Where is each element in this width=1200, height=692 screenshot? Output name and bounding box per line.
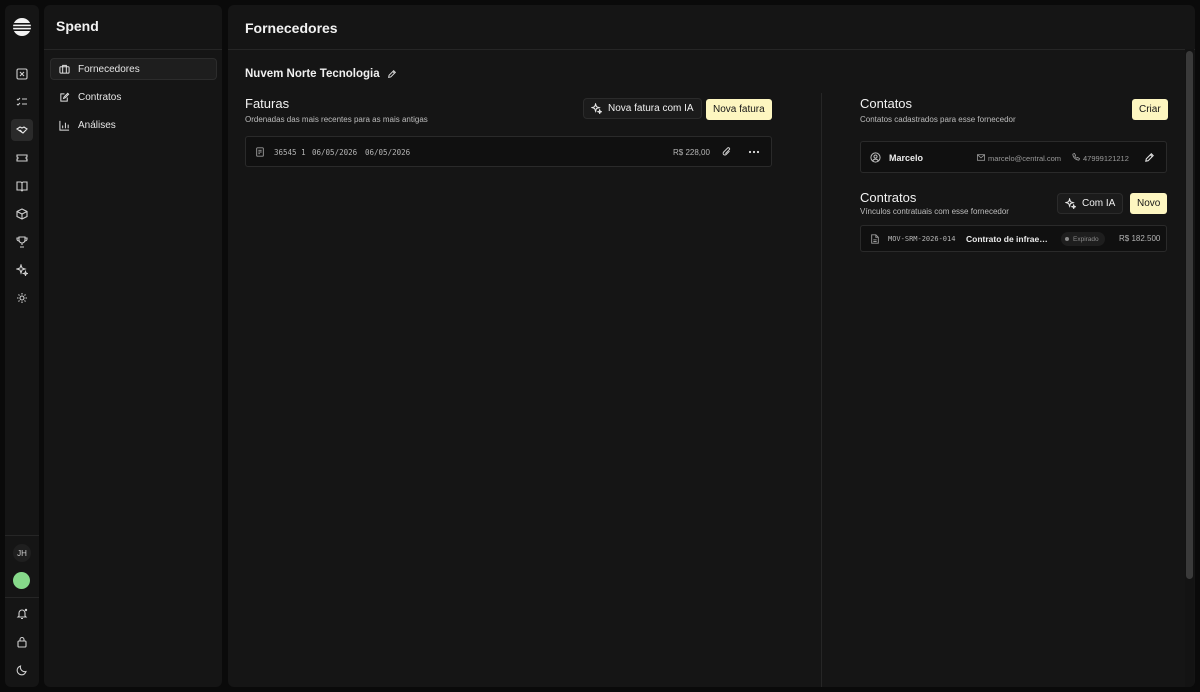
sidebar: Spend Fornecedores Contratos Análises (44, 5, 222, 687)
user-circle-icon (870, 152, 881, 163)
status-indicator[interactable] (13, 572, 30, 589)
page-title: Fornecedores (245, 20, 338, 36)
document-edit-icon (60, 92, 70, 102)
invoices-subtitle: Ordenadas das mais recentes para as mais… (245, 115, 428, 124)
receipt-icon (256, 147, 264, 157)
new-contract-ai-button[interactable]: Com IA (1057, 193, 1124, 214)
logo-icon[interactable] (12, 17, 32, 37)
contact-phone: 47999121212 (1083, 154, 1129, 163)
button-label: Nova fatura com IA (608, 103, 694, 114)
supplier-name-text: Nuvem Norte Tecnologia (245, 68, 380, 80)
book-icon[interactable] (11, 175, 33, 197)
pencil-icon[interactable] (387, 69, 397, 79)
invoice-amount: R$ 228,00 (673, 148, 710, 157)
sidebar-item-fornecedores[interactable]: Fornecedores (50, 58, 217, 80)
invoice-issue-date: 06/05/2026 (312, 148, 358, 157)
new-invoice-button[interactable]: Nova fatura (706, 99, 772, 120)
phone-icon (1072, 153, 1080, 161)
icon-rail: JH (5, 5, 39, 687)
contract-name: Contrato de infrae… (966, 234, 1048, 244)
button-label: Com IA (1082, 198, 1116, 209)
x-square-icon[interactable] (11, 63, 33, 85)
main-panel: Fornecedores Nuvem Norte Tecnologia Fatu… (228, 5, 1195, 687)
divider (821, 93, 822, 687)
pencil-icon[interactable] (1144, 152, 1155, 163)
contracts-subtitle: Vínculos contratuais com esse fornecedor (860, 207, 1009, 216)
contact-email: marcelo@central.com (988, 154, 1062, 163)
contact-row[interactable]: Marcelo marcelo@central.com 47999121212 (860, 141, 1167, 173)
sidebar-item-label: Contratos (78, 91, 122, 103)
invoice-number: 36545 1 (274, 148, 306, 157)
building-icon (59, 64, 70, 74)
invoice-due-date: 06/05/2026 (365, 148, 411, 157)
avatar[interactable]: JH (13, 544, 31, 562)
contract-code: MOV-SRM-2026-014 (888, 235, 956, 243)
status-badge: Expirado (1061, 232, 1105, 246)
invoice-row[interactable]: 36545 1 06/05/2026 06/05/2026 R$ 228,00 (245, 136, 772, 167)
invoices-title: Faturas (245, 96, 290, 111)
ticket-icon[interactable] (11, 147, 33, 169)
sparkle-icon[interactable] (11, 259, 33, 281)
settings-icon[interactable] (11, 287, 33, 309)
status-label: Expirado (1073, 235, 1099, 243)
trophy-icon[interactable] (11, 231, 33, 253)
sidebar-title: Spend (56, 18, 99, 34)
contacts-subtitle: Contatos cadastrados para esse fornecedo… (860, 115, 1016, 124)
divider (228, 49, 1195, 50)
contracts-title: Contratos (860, 190, 917, 205)
contacts-title: Contatos (860, 96, 913, 111)
handshake-icon[interactable] (11, 119, 33, 141)
more-options-icon[interactable] (748, 147, 760, 157)
divider (5, 597, 39, 598)
contact-name: Marcelo (889, 153, 924, 163)
scrollbar-thumb[interactable] (1186, 51, 1193, 579)
document-icon (871, 234, 879, 244)
new-contract-button[interactable]: Novo (1130, 193, 1168, 214)
supplier-name: Nuvem Norte Tecnologia (245, 68, 397, 80)
create-contact-button[interactable]: Criar (1132, 99, 1168, 120)
contract-row[interactable]: MOV-SRM-2026-014 Contrato de infrae… Exp… (860, 225, 1167, 252)
new-invoice-ai-button[interactable]: Nova fatura com IA (583, 98, 702, 119)
sidebar-item-contratos[interactable]: Contratos (50, 86, 217, 108)
moon-icon[interactable] (11, 659, 33, 681)
sidebar-item-label: Fornecedores (78, 63, 140, 75)
bar-chart-icon (59, 120, 70, 131)
notification-bell-icon[interactable] (11, 603, 33, 625)
mail-icon (977, 154, 985, 161)
divider (5, 535, 39, 536)
sidebar-item-label: Análises (78, 119, 116, 131)
paperclip-icon[interactable] (722, 147, 732, 157)
sidebar-item-analises[interactable]: Análises (50, 114, 217, 136)
package-icon[interactable] (11, 203, 33, 225)
divider (44, 49, 222, 50)
status-dot (1065, 237, 1069, 241)
contract-amount: R$ 182.500 (1119, 234, 1161, 243)
checklist-icon[interactable] (11, 91, 33, 113)
sparkle-icon (591, 103, 602, 114)
sparkle-icon (1065, 198, 1076, 209)
lock-icon[interactable] (11, 631, 33, 653)
